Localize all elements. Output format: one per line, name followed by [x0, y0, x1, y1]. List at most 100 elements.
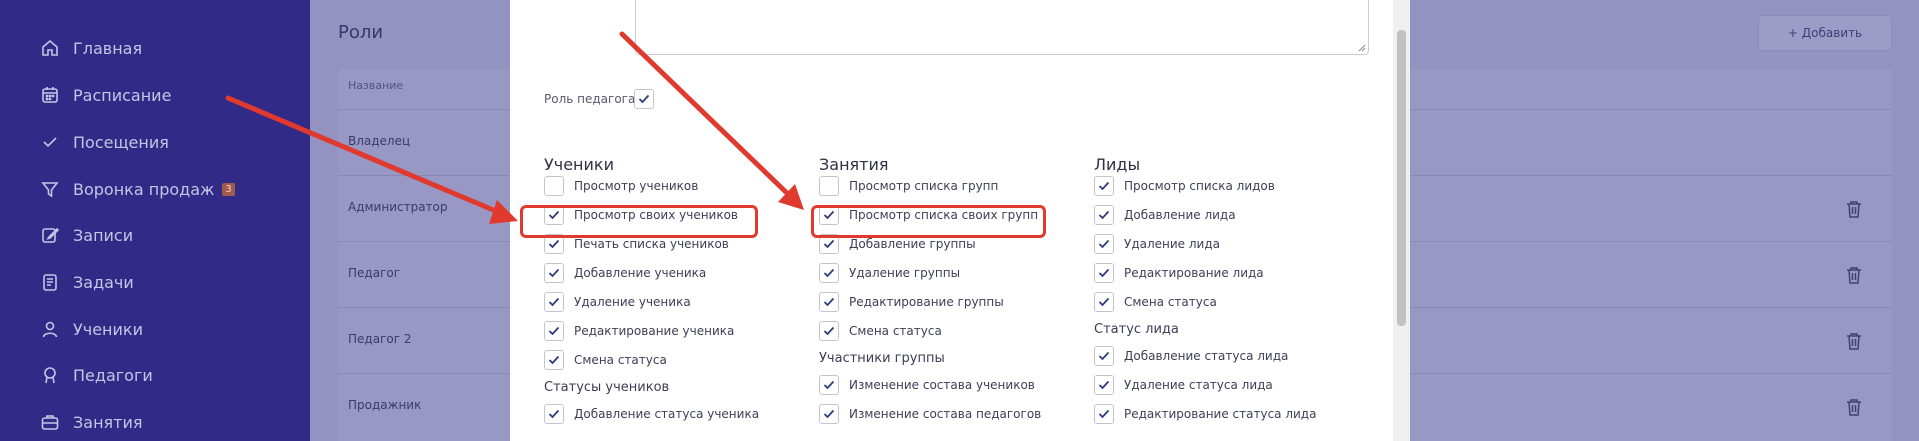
permission-section-title: Лиды	[1094, 155, 1141, 174]
sidebar-item-label: Задачи	[73, 272, 134, 292]
permission-subsection-title: Участники группы	[819, 351, 945, 366]
role-name: Владелец	[348, 134, 411, 148]
permission-label: Смена статуса	[1124, 295, 1217, 309]
role-name: Педагог	[348, 266, 401, 280]
permission-label: Добавление статуса лида	[1124, 349, 1289, 363]
permission-checkbox[interactable]	[544, 404, 564, 424]
tasks-icon	[43, 274, 57, 291]
permission-checkbox[interactable]	[1094, 292, 1114, 312]
check-icon	[43, 137, 57, 148]
sidebar-item-home[interactable]: Главная	[40, 33, 142, 63]
checkmark-icon	[1098, 268, 1110, 278]
permission-label: Редактирование лида	[1124, 266, 1264, 280]
sidebar-item-label: Посещения	[73, 132, 169, 152]
permission-subsection-title: Статусы учеников	[544, 380, 670, 395]
teacher-icon	[44, 367, 56, 384]
page-title: Роли	[338, 22, 384, 43]
permission-checkbox[interactable]	[1094, 234, 1114, 254]
permission-label: Смена статуса	[574, 353, 667, 367]
sidebar-item-students[interactable]: Ученики	[40, 314, 143, 344]
scrollbar-thumb[interactable]	[1397, 30, 1406, 326]
permission-label: Удаление лида	[1124, 237, 1220, 251]
permission-label: Печать списка учеников	[574, 237, 729, 251]
sidebar: Главная Расписание Посещения Воронка про…	[0, 0, 310, 441]
permission-label: Удаление статуса лида	[1124, 378, 1273, 392]
user-icon	[42, 321, 58, 338]
role-name: Продажник	[348, 398, 422, 412]
sidebar-item-tasks[interactable]: Задачи	[40, 267, 134, 297]
permission-checkbox[interactable]	[819, 292, 839, 312]
checkmark-icon	[823, 380, 835, 390]
column-header-name: Название	[348, 79, 404, 92]
permission-checkbox[interactable]	[819, 176, 839, 196]
briefcase-icon	[41, 415, 59, 430]
permission-checkbox[interactable]	[1094, 346, 1114, 366]
permission-checkbox[interactable]	[1094, 404, 1114, 424]
trash-icon[interactable]	[1846, 398, 1862, 416]
sidebar-item-label: Занятия	[73, 412, 143, 432]
permission-checkbox[interactable]	[819, 263, 839, 283]
permission-label: Добавление ученика	[574, 266, 707, 280]
permission-checkbox[interactable]	[544, 176, 564, 196]
checkmark-icon	[548, 409, 560, 419]
permission-checkbox[interactable]	[544, 292, 564, 312]
teacher-role-checkbox[interactable]	[634, 89, 654, 109]
permission-label: Смена статуса	[849, 324, 942, 338]
edit-icon	[42, 227, 60, 243]
sidebar-item-schedule[interactable]: Расписание	[40, 80, 171, 110]
permission-label: Добавление лида	[1124, 208, 1236, 222]
checkmark-icon	[823, 239, 835, 249]
modal-scrollbar[interactable]	[1393, 0, 1410, 441]
permission-subsection-title: Статус лида	[1094, 322, 1179, 337]
sidebar-item-teachers[interactable]: Педагоги	[40, 360, 153, 390]
checkmark-icon	[823, 268, 835, 278]
highlight-own-students	[520, 205, 758, 238]
trash-icon[interactable]	[1846, 200, 1862, 218]
checkmark-icon	[548, 239, 560, 249]
permission-checkbox[interactable]	[819, 321, 839, 341]
permission-section-title: Ученики	[544, 155, 614, 174]
teacher-role-label: Роль педагога	[544, 92, 636, 106]
sidebar-item-label: Расписание	[73, 85, 172, 105]
permission-checkbox[interactable]	[819, 404, 839, 424]
checkmark-icon	[548, 297, 560, 307]
add-role-button[interactable]: + Добавить	[1758, 15, 1892, 51]
checkmark-icon	[548, 355, 560, 365]
count-badge: 3	[222, 182, 235, 196]
resize-handle-icon[interactable]	[1358, 44, 1366, 52]
permission-label: Просмотр списка лидов	[1124, 179, 1275, 193]
sidebar-item-label: Записи	[73, 225, 134, 245]
permission-section-title: Занятия	[819, 155, 889, 174]
sidebar-item-attendance[interactable]: Посещения	[40, 127, 169, 157]
permission-checkbox[interactable]	[1094, 176, 1114, 196]
funnel-icon	[41, 182, 59, 198]
sidebar-item-classes[interactable]: Занятия	[40, 407, 143, 437]
sidebar-item-records[interactable]: Записи	[40, 220, 133, 250]
checkmark-icon	[1098, 239, 1110, 249]
checkmark-icon	[548, 326, 560, 336]
permission-label: Просмотр списка групп	[849, 179, 999, 193]
description-textarea[interactable]	[635, 0, 1369, 55]
sidebar-item-label: Воронка продаж	[73, 179, 215, 199]
permission-checkbox[interactable]	[544, 350, 564, 370]
trash-icon[interactable]	[1846, 266, 1862, 284]
calendar-icon	[42, 87, 58, 103]
checkmark-icon	[1098, 409, 1110, 419]
sidebar-item-label: Главная	[73, 38, 143, 58]
checkmark-icon	[823, 297, 835, 307]
checkmark-icon	[823, 409, 835, 419]
permission-checkbox[interactable]	[819, 375, 839, 395]
permission-checkbox[interactable]	[1094, 263, 1114, 283]
sidebar-item-sales-funnel[interactable]: Воронка продаж 3	[40, 174, 235, 204]
permission-checkbox[interactable]	[1094, 375, 1114, 395]
permission-checkbox[interactable]	[544, 321, 564, 341]
checkmark-icon	[1098, 351, 1110, 361]
trash-icon[interactable]	[1846, 332, 1862, 350]
highlight-own-groups	[811, 205, 1046, 238]
permission-checkbox[interactable]	[1094, 205, 1114, 225]
role-name: Педагог 2	[348, 332, 412, 346]
permission-checkbox[interactable]	[544, 263, 564, 283]
home-icon	[42, 39, 58, 56]
checkmark-icon	[823, 326, 835, 336]
permission-label: Удаление ученика	[574, 295, 691, 309]
